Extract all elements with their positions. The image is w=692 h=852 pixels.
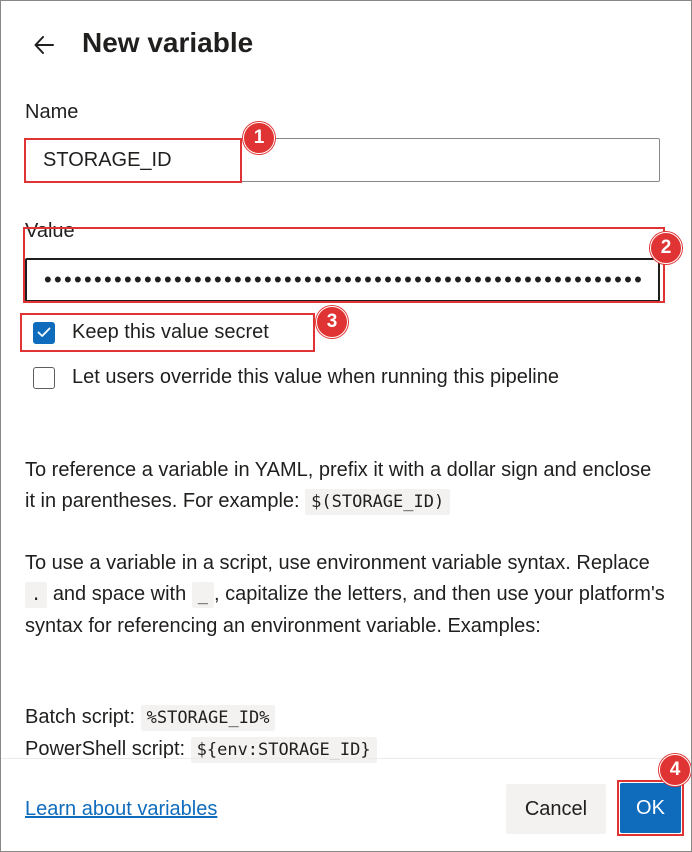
checkbox-unchecked-icon [33, 366, 55, 389]
batch-example-code: %STORAGE_ID% [140, 705, 276, 731]
new-variable-panel: New variable Name STORAGE_ID 1 Value •••… [0, 0, 692, 852]
name-label: Name [25, 101, 79, 123]
batch-label: Batch script: [25, 706, 136, 728]
panel-header: New variable [1, 19, 691, 71]
powershell-example-code: ${env:STORAGE_ID} [190, 737, 377, 763]
powershell-label: PowerShell script: [25, 738, 186, 760]
checkbox-checked-icon [33, 321, 55, 344]
script-help-text: To use a variable in a script, use envir… [25, 548, 665, 642]
annotation-badge-1: 1 [243, 122, 275, 154]
cancel-button[interactable]: Cancel [506, 784, 606, 834]
value-input[interactable]: ••••••••••••••••••••••••••••••••••••••••… [25, 258, 660, 302]
yaml-help-text: To reference a variable in YAML, prefix … [25, 455, 655, 518]
script-help-sentence-1: To use a variable in a script, use envir… [25, 552, 650, 574]
footer-divider [1, 758, 691, 759]
annotation-badge-4: 4 [659, 754, 691, 786]
powershell-example-row: PowerShell script: ${env:STORAGE_ID} [25, 734, 655, 766]
learn-about-variables-link[interactable]: Learn about variables [25, 798, 217, 821]
value-label: Value [25, 220, 75, 242]
ok-button[interactable]: OK [620, 783, 681, 833]
dot-code: . [25, 582, 48, 608]
allow-override-checkbox[interactable]: Let users override this value when runni… [33, 366, 559, 389]
arrow-left-icon [34, 36, 54, 54]
annotation-badge-3: 3 [316, 306, 348, 338]
annotation-badge-2: 2 [650, 232, 682, 264]
keep-secret-label: Keep this value secret [72, 321, 269, 343]
page-title: New variable [82, 27, 254, 58]
underscore-code: _ [191, 582, 215, 608]
allow-override-label: Let users override this value when runni… [72, 366, 559, 388]
back-button[interactable] [27, 28, 61, 62]
value-input-masked: ••••••••••••••••••••••••••••••••••••••••… [44, 269, 645, 291]
batch-example-row: Batch script: %STORAGE_ID% [25, 702, 655, 734]
script-help-sentence-2: and space with [52, 583, 187, 605]
name-input[interactable]: STORAGE_ID [25, 138, 660, 182]
keep-secret-checkbox[interactable]: Keep this value secret [33, 321, 269, 344]
yaml-example-code: $(STORAGE_ID) [305, 489, 451, 515]
name-input-value: STORAGE_ID [43, 148, 172, 171]
